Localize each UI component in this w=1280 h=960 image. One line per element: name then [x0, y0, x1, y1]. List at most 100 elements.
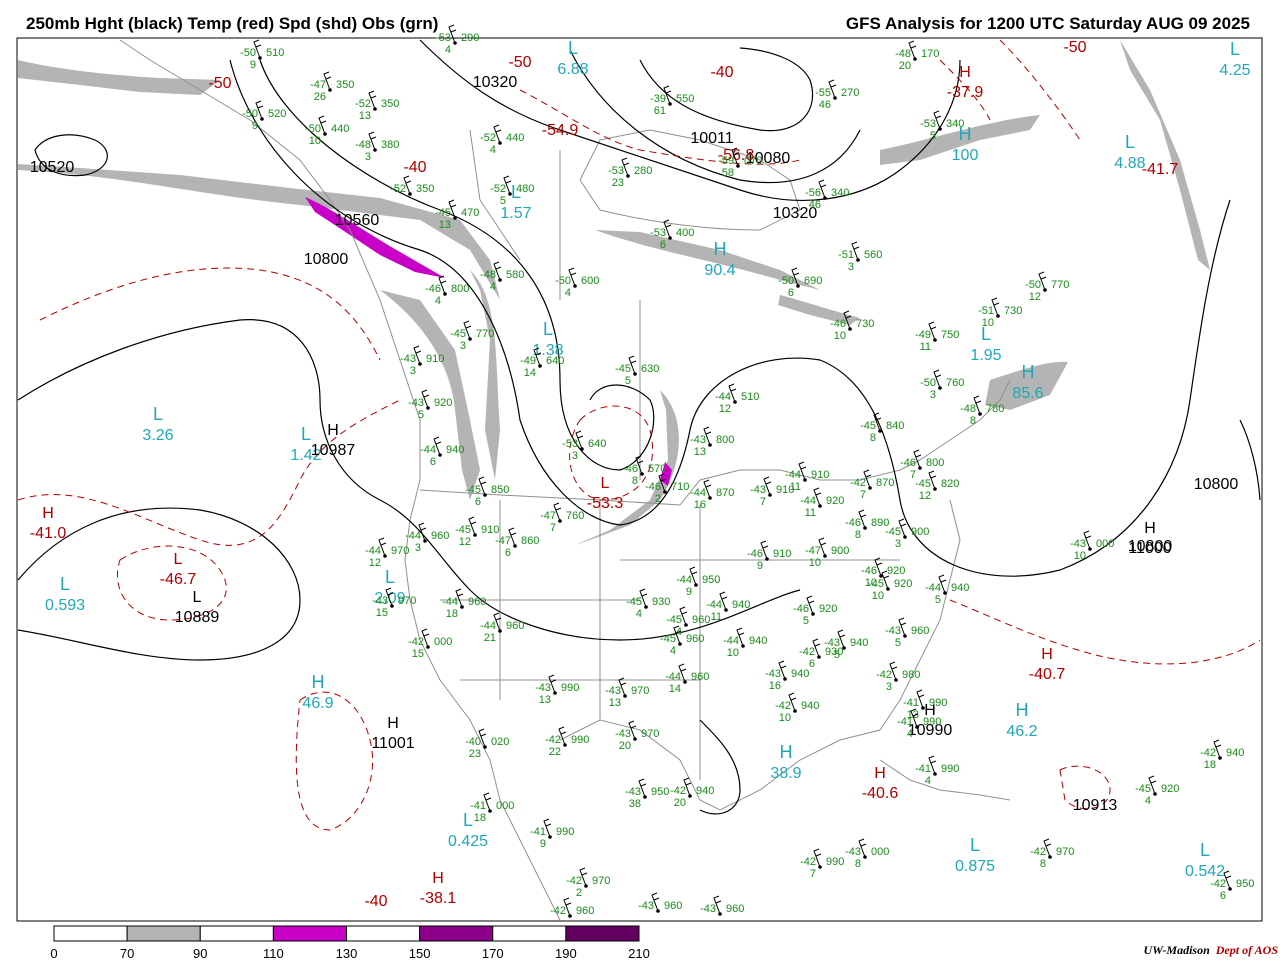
obs-temp: -45	[868, 578, 884, 590]
obs-height: 510	[741, 391, 759, 403]
temp-label: -54.9	[542, 122, 579, 139]
obs-temp: -46	[900, 457, 916, 469]
colorbar-tick: 170	[482, 946, 504, 960]
center-value: 10889	[175, 609, 220, 626]
obs-temp: -43	[690, 434, 706, 446]
obs-height: 970	[1056, 846, 1074, 858]
obs-speed: 3	[895, 538, 901, 550]
height-label: 10800	[1194, 476, 1239, 493]
obs-height: 940	[801, 700, 819, 712]
obs-speed: 6	[1220, 890, 1226, 902]
obs-speed: 6	[660, 239, 666, 251]
obs-speed: 13	[609, 697, 621, 709]
obs-height: 940	[1226, 747, 1244, 759]
obs-height: 920	[1161, 783, 1179, 795]
obs-speed: 5	[500, 195, 506, 207]
obs-speed: 15	[376, 607, 388, 619]
obs-height: 970	[631, 685, 649, 697]
obs-speed: 23	[469, 748, 481, 760]
obs-temp: -44	[442, 596, 458, 608]
obs-temp: -45	[465, 484, 481, 496]
temp-label: -41.7	[1142, 161, 1179, 178]
obs-temp: -43	[845, 846, 861, 858]
obs-speed: 3	[848, 261, 854, 273]
obs-height: 950	[651, 786, 669, 798]
center-letter: L	[174, 551, 183, 568]
obs-height: 970	[398, 595, 416, 607]
obs-temp: -41	[897, 716, 913, 728]
obs-height: 820	[941, 478, 959, 490]
obs-temp: -53	[562, 438, 578, 450]
obs-temp: -47	[310, 79, 326, 91]
obs-speed: 10	[779, 712, 791, 724]
obs-height: 440	[506, 132, 524, 144]
obs-height: 290	[461, 32, 479, 44]
obs-height: 920	[894, 578, 912, 590]
temp-label: -50	[508, 54, 531, 71]
obs-height: 470	[461, 207, 479, 219]
height-label: 10800	[1128, 538, 1173, 555]
obs-height: 730	[856, 318, 874, 330]
obs-height: 000	[1096, 538, 1114, 550]
obs-temp: -43	[605, 685, 621, 697]
height-label: 10800	[304, 251, 349, 268]
center-value: 3.26	[142, 427, 173, 444]
obs-speed: 5	[895, 637, 901, 649]
center-letter: L	[60, 574, 70, 594]
obs-temp: -50	[305, 123, 321, 135]
obs-height: 930	[825, 646, 843, 658]
obs-speed: 15	[412, 648, 424, 660]
obs-height: 600	[581, 275, 599, 287]
obs-temp: -52	[490, 183, 506, 195]
obs-height: 900	[831, 545, 849, 557]
obs-temp: -50	[555, 275, 571, 287]
obs-speed: 11	[711, 611, 722, 623]
obs-height: 960	[691, 671, 709, 683]
obs-speed: 10	[809, 557, 821, 569]
obs-temp: -48	[960, 403, 976, 415]
center-letter: L	[1200, 840, 1210, 860]
obs-speed: 4	[636, 608, 642, 620]
center-value: 85.6	[1012, 385, 1043, 402]
obs-speed: 38	[629, 798, 641, 810]
obs-height: 400	[676, 227, 694, 239]
obs-height: 760	[946, 377, 964, 389]
obs-height: 870	[876, 477, 894, 489]
colorbar-tick: 210	[628, 946, 650, 960]
obs-temp: -46	[645, 481, 661, 493]
obs-height: 350	[416, 183, 434, 195]
obs-height: 570	[648, 463, 666, 475]
obs-height: 770	[1051, 279, 1069, 291]
obs-height: 990	[941, 763, 959, 775]
speed-colorbar: 0 70 90 110 130 150 170 190 210	[50, 925, 650, 960]
obs-speed: 20	[674, 797, 686, 809]
obs-height: 690	[804, 275, 822, 287]
obs-speed: 3	[410, 365, 416, 377]
colorbar-tick: 70	[120, 946, 134, 960]
center-letter: L	[385, 567, 395, 587]
obs-temp: -43	[625, 786, 641, 798]
obs-temp: -44	[420, 444, 436, 456]
obs-height: 920	[819, 603, 837, 615]
obs-height: 560	[864, 249, 882, 261]
obs-speed: 10	[834, 330, 846, 342]
obs-speed: 8	[970, 415, 976, 427]
colorbar-segment	[565, 925, 640, 942]
center-letter: L	[1125, 132, 1135, 152]
obs-temp: -45	[615, 363, 631, 375]
obs-height: 860	[521, 535, 539, 547]
obs-speed: 13	[439, 219, 451, 231]
obs-temp: -47	[805, 545, 821, 557]
obs-speed: 20	[619, 740, 631, 752]
obs-speed: 7	[760, 496, 766, 508]
obs-temp: -50	[242, 108, 258, 120]
obs-temp: -46	[830, 318, 846, 330]
obs-speed: 11	[920, 341, 931, 353]
obs-height: 070	[744, 155, 762, 167]
obs-speed: 4	[925, 775, 931, 787]
obs-temp: -51	[838, 249, 854, 261]
colorbar-segment	[419, 925, 494, 942]
obs-speed: 5	[930, 130, 936, 142]
obs-temp: -45	[666, 614, 682, 626]
obs-temp: -44	[723, 635, 739, 647]
